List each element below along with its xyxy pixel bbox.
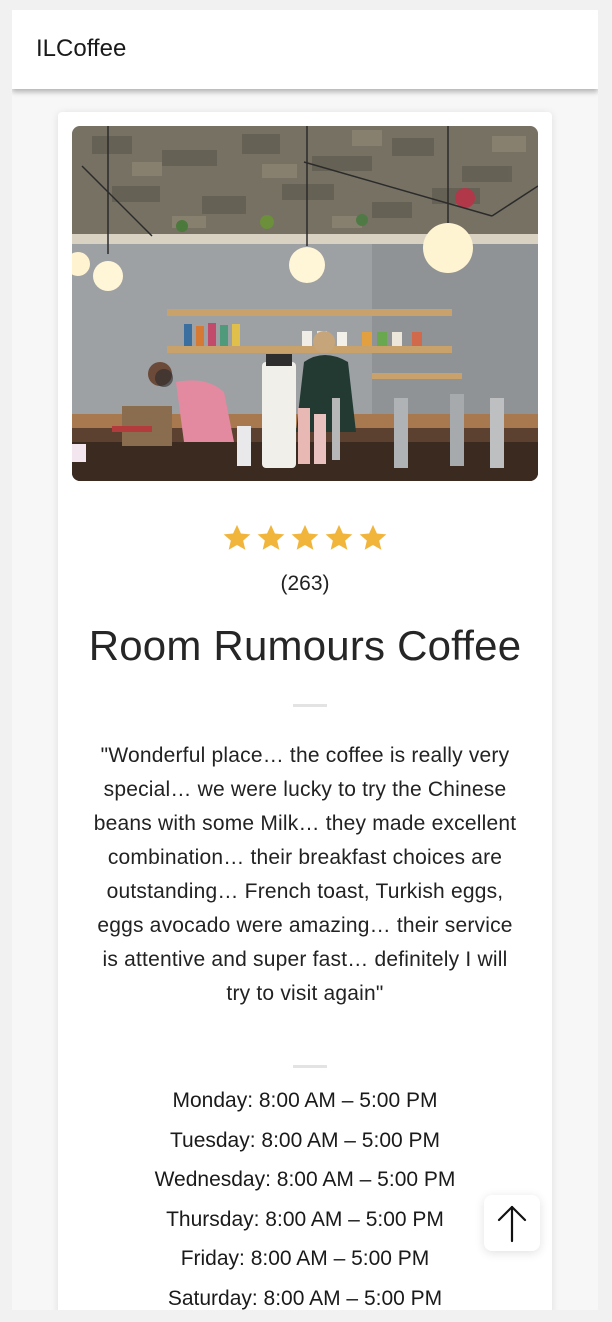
hours-row-thursday: Thursday: 8:00 AM – 5:00 PM [166,1207,444,1231]
rating-stars [58,522,552,554]
place-photo [72,126,538,481]
star-icon [257,524,285,550]
place-card: (263) Room Rumours Coffee "Wonderful pla… [58,112,552,1310]
hours-row-tuesday: Tuesday: 8:00 AM – 5:00 PM [169,1128,441,1152]
scroll-to-top-button[interactable] [484,1195,540,1251]
star-icon [291,524,319,550]
star-icon [359,524,387,550]
app-title: ILCoffee [36,35,127,62]
divider [293,704,327,707]
hours-row-monday: Monday: 8:00 AM – 5:00 PM [172,1089,438,1112]
star-icon [223,524,251,550]
place-name: Room Rumours Coffee [88,622,522,669]
arrow-up-icon [497,1205,527,1243]
hours-row-saturday: Saturday: 8:00 AM – 5:00 PM [167,1286,443,1310]
hours-row-wednesday: Wednesday: 8:00 AM – 5:00 PM [154,1168,456,1192]
opening-hours: Monday: 8:00 AM – 5:00 PM Tuesday: 8:00 … [58,1081,552,1310]
app-bar: ILCoffee [12,10,598,89]
app-frame: ILCoffee (263) Room Rumours Coffee "Wond… [12,10,598,1310]
divider [293,1065,327,1068]
review-count: (263) [280,572,330,595]
star-icon [325,524,353,550]
review-text: "Wonderful place… the coffee is really v… [93,744,517,1005]
hours-row-friday: Friday: 8:00 AM – 5:00 PM [180,1247,430,1271]
